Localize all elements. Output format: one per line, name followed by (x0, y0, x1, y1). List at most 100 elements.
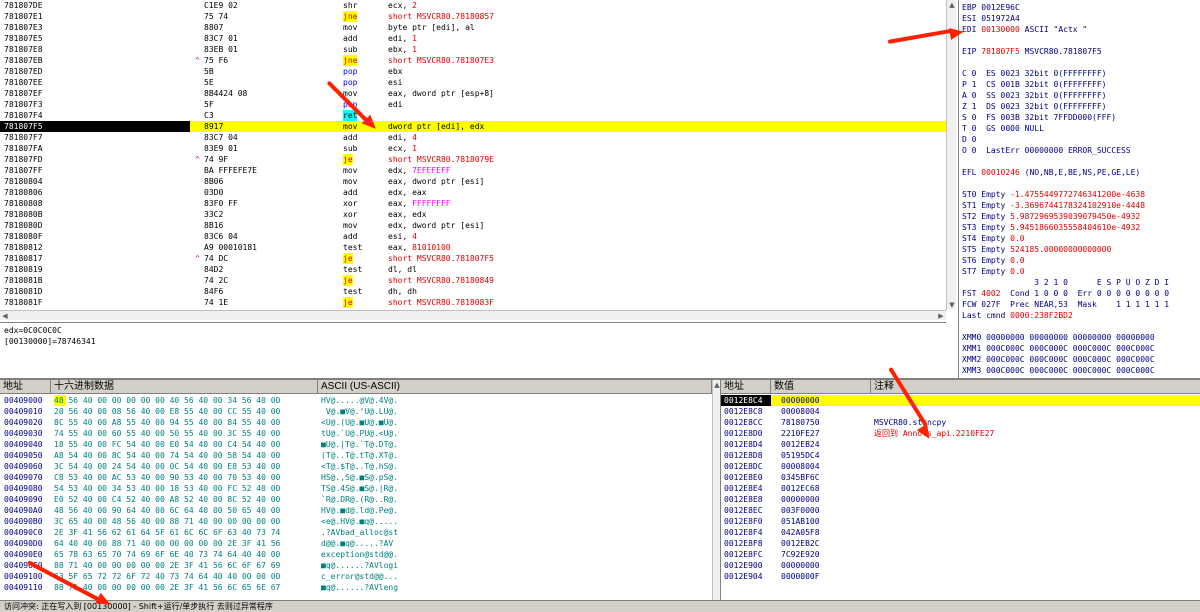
dump-row[interactable]: 00409060 3C 54 40 00 24 54 40 00 0C 54 40… (0, 461, 712, 472)
disasm-row[interactable]: 781807FD ^ 74 9F je short MSVCR80.7818079E (0, 154, 946, 165)
dump-row[interactable]: 004090C0 2E 3F 41 56 62 61 64 5F 61 6C 6C… (0, 527, 712, 538)
register-line[interactable]: T 0 GS 0000 NULL (962, 123, 1044, 134)
stack-row[interactable]: 0012E8C8 00008004 (721, 406, 1200, 417)
disasm-row[interactable]: 781807FA 83E9 01 sub ecx, 1 (0, 143, 946, 154)
dump-row[interactable]: 004090B0 3C 65 40 00 48 56 40 00 88 71 40… (0, 516, 712, 527)
dump-row[interactable]: 004090A0 48 56 40 00 90 64 40 00 6C 64 40… (0, 505, 712, 516)
disassembly-hscrollbar[interactable]: ◀ ▶ (0, 310, 946, 320)
register-line[interactable]: C 0 ES 0023 32bit 0(FFFFFFFF) (962, 68, 1107, 79)
disasm-row[interactable]: 781807DE C1E9 02 shr ecx, 2 (0, 0, 946, 11)
disasm-row[interactable]: 7818081D 84F6 test dh, dh (0, 286, 946, 297)
dump-header-ascii[interactable]: ASCII (US-ASCII) (318, 380, 712, 394)
dump-row[interactable]: 00409080 54 53 40 00 34 53 40 00 18 53 40… (0, 483, 712, 494)
disasm-row[interactable]: 781807ED 5B pop ebx (0, 66, 946, 77)
register-line[interactable]: EDI 00130000 ASCII "Actx " (962, 24, 1087, 35)
stack-row[interactable]: 0012E904 0000000F (721, 571, 1200, 582)
disasm-row[interactable]: 781807EB ^ 75 F6 jne short MSVCR80.781807E3 (0, 55, 946, 66)
register-line[interactable]: XMM2 000C000C 000C000C 000C000C 000C000C (962, 354, 1155, 365)
dump-row[interactable]: 00409000 48 56 40 00 00 00 00 00 40 56 40… (0, 395, 712, 406)
register-line[interactable]: XMM3 000C000C 000C000C 000C000C 000C000C (962, 365, 1155, 376)
stack-pane[interactable]: 地址 数值 注释 0012E8C4 00000000 0012E8C8 0000800… (720, 380, 1200, 600)
disasm-row[interactable]: 781807E8 83EB 01 sub ebx, 1 (0, 44, 946, 55)
register-line[interactable]: EIP 781807F5 MSVCR80.781807F5 (962, 46, 1102, 57)
register-line[interactable]: Last cmnd 0000:238F2BD2 (962, 310, 1073, 321)
disasm-row[interactable]: 781807EF 8B4424 08 mov eax, dword ptr [esp+… (0, 88, 946, 99)
dump-pane[interactable]: 地址 十六进制数据 ASCII (US-ASCII) 00409000 48 56… (0, 380, 712, 600)
stack-row[interactable]: 0012E8E8 00000000 (721, 494, 1200, 505)
register-line[interactable]: ST7 Empty 0.0 (962, 266, 1025, 277)
disassembly-pane[interactable]: 781807DE C1E9 02 shr ecx, 2 781807E1 75 74 jne… (0, 0, 946, 310)
register-line[interactable]: D 0 (962, 134, 976, 145)
dump-row[interactable]: 00409020 8C 55 40 00 A8 55 40 00 94 55 40… (0, 417, 712, 428)
disasm-row[interactable]: 781807F7 83C7 04 add edi, 4 (0, 132, 946, 143)
stack-row[interactable]: 0012E8CC 78180750 MSVCR80.strncpy (721, 417, 1200, 428)
register-line[interactable]: O 0 LastErr 00000000 ERROR_SUCCESS (962, 145, 1131, 156)
disasm-row[interactable]: 7818080D 8B16 mov edx, dword ptr [esi] (0, 220, 946, 231)
stack-header-value[interactable]: 数值 (771, 380, 871, 394)
register-line[interactable]: ST6 Empty 0.0 (962, 255, 1025, 266)
stack-row[interactable]: 0012E8D8 05195DC4 (721, 450, 1200, 461)
register-line[interactable]: Z 1 DS 0023 32bit 0(FFFFFFFF) (962, 101, 1107, 112)
stack-row[interactable]: 0012E8FC 7C92E920 (721, 549, 1200, 560)
dump-row[interactable]: 00409070 C8 53 40 00 AC 53 40 00 90 53 40… (0, 472, 712, 483)
register-line[interactable]: ST3 Empty 5.9451866035558404610e-4932 (962, 222, 1140, 233)
disasm-row[interactable]: 78180812 A9 00010181 test eax, 81010100 (0, 242, 946, 253)
disasm-row[interactable]: 7818080B 33C2 xor eax, edx (0, 209, 946, 220)
register-line[interactable]: ST0 Empty -1.4755449772746341200e-4638 (962, 189, 1145, 200)
disasm-row[interactable]: 781807FF BA FFFEFE7E mov edx, 7EFEFEFF (0, 165, 946, 176)
disasm-row[interactable]: 7818081B 74 2C je short MSVCR80.78180849 (0, 275, 946, 286)
register-line[interactable]: S 0 FS 003B 32bit 7FFDD000(FFF) (962, 112, 1116, 123)
disasm-row[interactable]: 7818081F 74 1E je short MSVCR80.7818083F (0, 297, 946, 308)
disasm-row[interactable]: 78180817 ^ 74 DC je short MSVCR80.781807F5 (0, 253, 946, 264)
disasm-row[interactable]: 781807E1 75 74 jne short MSVCR80.78180857 (0, 11, 946, 22)
dump-row[interactable]: 00409040 18 55 40 00 FC 54 40 00 E0 54 40… (0, 439, 712, 450)
disasm-row[interactable]: 781807F4 C3 ret (0, 110, 946, 121)
stack-row[interactable]: 0012E8EC 003F0000 (721, 505, 1200, 516)
register-line[interactable]: ESI 051972A4 (962, 13, 1020, 24)
dump-scrollbar[interactable]: ▲ (712, 380, 720, 600)
register-line[interactable]: EFL 00010246 (NO,NB,E,BE,NS,PE,GE,LE) (962, 167, 1140, 178)
disasm-row[interactable]: 78180806 03D0 add edx, eax (0, 187, 946, 198)
stack-row[interactable]: 0012E8D0 2210FE27 返回到 Annots_api.2210FE27 (721, 428, 1200, 439)
register-line[interactable]: ST4 Empty 0.0 (962, 233, 1025, 244)
register-line[interactable]: ST2 Empty 5.9872969539039079450e-4932 (962, 211, 1140, 222)
disasm-row[interactable]: 78180804 8B06 mov eax, dword ptr [esi] (0, 176, 946, 187)
stack-row[interactable]: 0012E8C4 00000000 (721, 395, 1200, 406)
stack-header-address[interactable]: 地址 (721, 380, 771, 394)
disasm-row[interactable]: 781807E5 83C7 01 add edi, 1 (0, 33, 946, 44)
register-line[interactable]: XMM0 00000000 00000000 00000000 00000000 (962, 332, 1155, 343)
dump-row[interactable]: 00409010 20 56 40 00 08 56 40 00 E8 55 40… (0, 406, 712, 417)
disassembly-scrollbar[interactable]: ▲ ▼ (946, 0, 956, 310)
register-line[interactable]: EBP 0012E96C (962, 2, 1020, 13)
disasm-row[interactable]: 78180819 84D2 test dl, dl (0, 264, 946, 275)
stack-row[interactable]: 0012E8E0 0345BF6C (721, 472, 1200, 483)
register-line[interactable]: ST5 Empty 524185.00000000000000 (962, 244, 1111, 255)
stack-row[interactable]: 0012E8DC 00008004 (721, 461, 1200, 472)
dump-row[interactable]: 004090F0 88 71 40 00 00 00 00 00 2E 3F 41… (0, 560, 712, 571)
stack-row[interactable]: 0012E8F8 0012EB2C (721, 538, 1200, 549)
disasm-row[interactable]: 781807F5 8917 mov dword ptr [edi], edx (0, 121, 946, 132)
dump-row[interactable]: 004090E0 65 78 63 65 70 74 69 6F 6E 40 73… (0, 549, 712, 560)
stack-row[interactable]: 0012E8E4 0012EC68 (721, 483, 1200, 494)
stack-row[interactable]: 0012E8D4 0012EB24 (721, 439, 1200, 450)
register-line[interactable]: A 0 SS 0023 32bit 0(FFFFFFFF) (962, 90, 1107, 101)
register-line[interactable]: XMM1 000C000C 000C000C 000C000C 000C000C (962, 343, 1155, 354)
stack-header-comment[interactable]: 注释 (871, 380, 1200, 394)
disasm-row[interactable]: 781807F35Fpopedi (0, 99, 946, 110)
dump-row[interactable]: 00409090 E0 52 40 00 C4 52 40 00 A8 52 40… (0, 494, 712, 505)
dump-row[interactable]: 00409100 63 5F 65 72 72 6F 72 40 73 74 64… (0, 571, 712, 582)
register-line[interactable]: ST1 Empty -3.3696744178324102910e-4448 (962, 200, 1145, 211)
stack-row[interactable]: 0012E900 00000000 (721, 560, 1200, 571)
dump-header-address[interactable]: 地址 (0, 380, 51, 394)
register-line[interactable]: 3 2 1 0 E S P U O Z D I (962, 277, 1169, 288)
dump-row[interactable]: 00409050 A8 54 40 00 8C 54 40 00 74 54 40… (0, 450, 712, 461)
dump-row[interactable]: 004090D0 64 40 40 00 88 71 40 00 00 00 00… (0, 538, 712, 549)
dump-header-hex[interactable]: 十六进制数据 (51, 380, 318, 394)
register-line[interactable]: FCW 027F Prec NEAR,53 Mask 1 1 1 1 1 1 (962, 299, 1169, 310)
stack-row[interactable]: 0012E8F0 051AB100 (721, 516, 1200, 527)
registers-pane[interactable]: EBP 0012E96C ESI 051972A4 EDI 00130000 ASC… (958, 0, 1200, 378)
dump-row[interactable]: 00409030 74 55 40 00 60 55 40 00 50 55 40… (0, 428, 712, 439)
stack-row[interactable]: 0012E8F4 042A05F8 (721, 527, 1200, 538)
disasm-row[interactable]: 781807E3 8807 mov byte ptr [edi], al (0, 22, 946, 33)
register-line[interactable]: P 1 CS 001B 32bit 0(FFFFFFFF) (962, 79, 1107, 90)
